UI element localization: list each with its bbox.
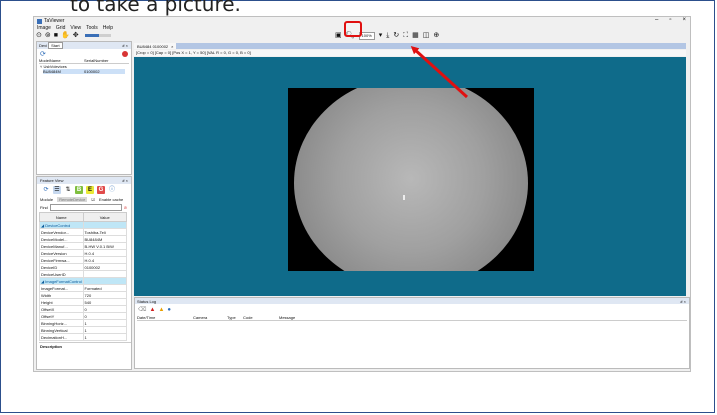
- annotation-arrow: [410, 45, 469, 99]
